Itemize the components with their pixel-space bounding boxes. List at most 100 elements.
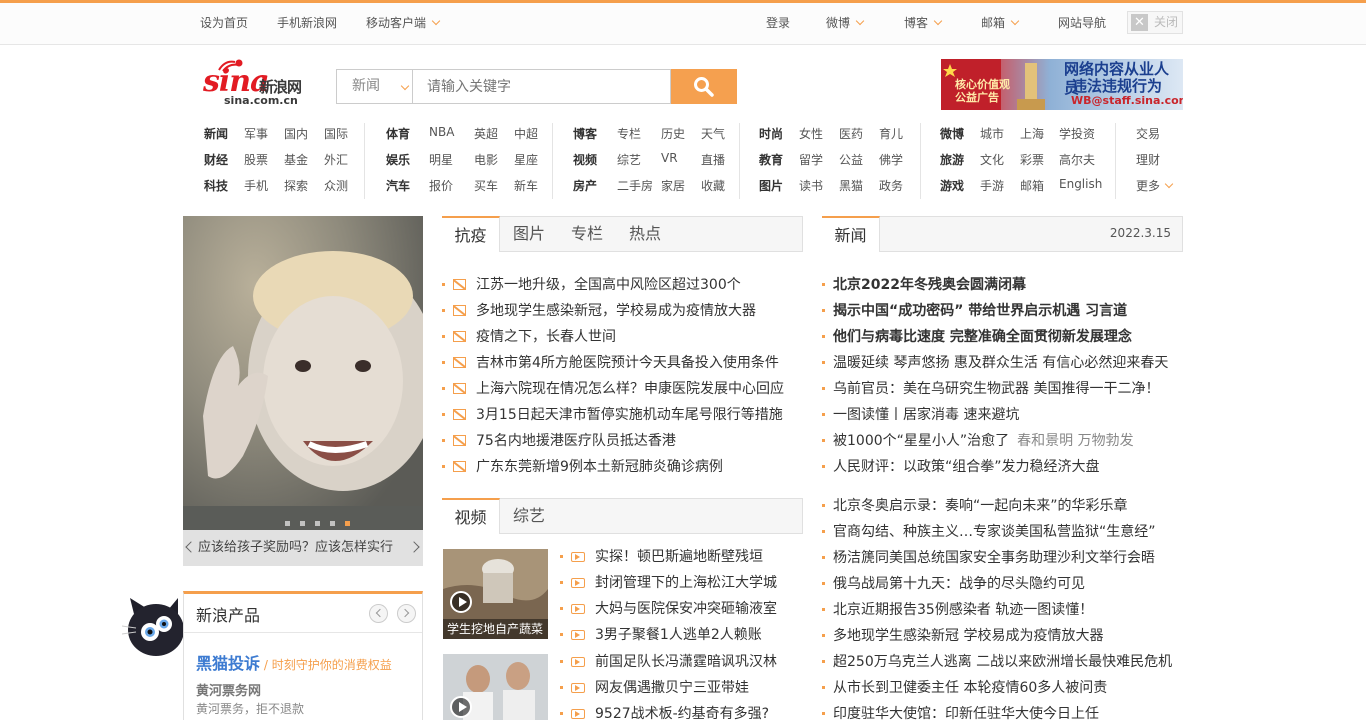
sina-logo[interactable]: sina 新浪网 sina.com.cn	[203, 58, 318, 110]
blog-menu[interactable]: 博客	[904, 14, 943, 31]
nav-link[interactable]: 体育	[386, 125, 410, 142]
nav-link[interactable]: 更多	[1136, 177, 1160, 194]
close-button[interactable]: ✕ 关闭	[1127, 11, 1183, 34]
set-homepage-link[interactable]: 设为首页	[200, 14, 248, 31]
nav-link[interactable]: VR	[661, 151, 678, 165]
nav-link[interactable]: 买车	[474, 177, 498, 194]
next-arrow-icon[interactable]	[408, 541, 420, 553]
prev-arrow-icon[interactable]	[185, 541, 197, 553]
nav-link[interactable]: 军事	[244, 125, 268, 142]
slide-dot[interactable]	[330, 521, 335, 526]
nav-link[interactable]: 财经	[204, 151, 228, 168]
video-thumbnail-2[interactable]	[443, 654, 548, 720]
nav-link[interactable]: 彩票	[1020, 151, 1044, 168]
slide-dot[interactable]	[300, 521, 305, 526]
ad-banner[interactable]: 核心价值观公益广告 网络内容从业人员 违法违规行为 WB@staff.sina.…	[941, 59, 1183, 110]
nav-link[interactable]: NBA	[429, 125, 454, 139]
nav-link[interactable]: 英超	[474, 125, 498, 142]
nav-link[interactable]: 公益	[839, 151, 863, 168]
nav-link[interactable]: 留学	[799, 151, 823, 168]
nav-link[interactable]: 明星	[429, 151, 453, 168]
nav-link[interactable]: 二手房	[617, 177, 653, 194]
nav-link[interactable]: 手机	[244, 177, 268, 194]
tab-video[interactable]: 视频	[442, 498, 500, 534]
product-huanghe-name[interactable]: 黄河票务网	[196, 680, 261, 699]
tab-epidemic[interactable]: 抗疫	[442, 216, 500, 252]
nav-link[interactable]: 股票	[244, 151, 268, 168]
slide-dot-active[interactable]	[345, 521, 350, 526]
login-link[interactable]: 登录	[766, 14, 790, 31]
nav-link[interactable]: 电影	[474, 151, 498, 168]
nav-link[interactable]: 综艺	[617, 151, 641, 168]
nav-link[interactable]: 时尚	[759, 125, 783, 142]
nav-link[interactable]: 图片	[759, 177, 783, 194]
nav-link[interactable]: 国内	[284, 125, 308, 142]
photo-slideshow[interactable]: 应该给孩子奖励吗？应该怎样实行	[183, 216, 423, 566]
nav-link[interactable]: 手游	[980, 177, 1004, 194]
mobile-client-menu[interactable]: 移动客户端	[366, 14, 441, 31]
nav-link[interactable]: 微博	[940, 125, 964, 142]
nav-link[interactable]: 理财	[1136, 151, 1160, 168]
search-input[interactable]	[412, 69, 671, 104]
nav-link[interactable]: 报价	[429, 177, 453, 194]
nav-link[interactable]: 高尔夫	[1059, 151, 1095, 168]
nav-link[interactable]: 国际	[324, 125, 348, 142]
nav-link[interactable]: 房产	[573, 177, 597, 194]
tab-columns[interactable]: 专栏	[558, 216, 616, 252]
nav-link[interactable]: 中超	[514, 125, 538, 142]
search-button[interactable]	[671, 69, 737, 104]
nav-link[interactable]: 医药	[839, 125, 863, 142]
nav-link[interactable]: 探索	[284, 177, 308, 194]
nav-link[interactable]: 收藏	[701, 177, 725, 194]
tab-hot[interactable]: 热点	[616, 216, 674, 252]
nav-link[interactable]: 历史	[661, 125, 685, 142]
nav-link[interactable]: 交易	[1136, 125, 1160, 142]
nav-link[interactable]: 城市	[980, 125, 1004, 142]
nav-link[interactable]: 基金	[284, 151, 308, 168]
nav-link[interactable]: 视频	[573, 151, 597, 168]
tab-pictures[interactable]: 图片	[500, 216, 558, 252]
nav-link[interactable]: 政务	[879, 177, 903, 194]
video-thumbnail[interactable]: 学生挖地自产蔬菜	[443, 549, 548, 639]
nav-link[interactable]: 育儿	[879, 125, 903, 142]
nav-link[interactable]: 星座	[514, 151, 538, 168]
slideshow-caption[interactable]: 应该给孩子奖励吗？应该怎样实行	[183, 530, 423, 566]
slide-dot[interactable]	[315, 521, 320, 526]
nav-link[interactable]: 教育	[759, 151, 783, 168]
product-heimao[interactable]: 黑猫投诉 / 时刻守护你的消费权益	[196, 650, 392, 674]
search-category-select[interactable]: 新闻	[336, 69, 412, 104]
products-next-button[interactable]	[397, 604, 416, 623]
nav-link[interactable]: 佛学	[879, 151, 903, 168]
nav-link[interactable]: 女性	[799, 125, 823, 142]
mail-menu[interactable]: 邮箱	[981, 14, 1020, 31]
nav-link[interactable]: 家居	[661, 177, 685, 194]
weibo-menu[interactable]: 微博	[826, 14, 865, 31]
nav-link[interactable]: 博客	[573, 125, 597, 142]
mobile-sina-link[interactable]: 手机新浪网	[277, 14, 337, 31]
nav-link[interactable]: 邮箱	[1020, 177, 1044, 194]
nav-link[interactable]: 上海	[1020, 125, 1044, 142]
nav-link[interactable]: 天气	[701, 125, 725, 142]
products-prev-button[interactable]	[369, 604, 388, 623]
chevron-left-icon	[375, 608, 385, 618]
tab-news[interactable]: 新闻	[822, 216, 880, 252]
slide-dot[interactable]	[285, 521, 290, 526]
nav-link[interactable]: 游戏	[940, 177, 964, 194]
nav-link[interactable]: 娱乐	[386, 151, 410, 168]
nav-link[interactable]: 新车	[514, 177, 538, 194]
nav-link[interactable]: 科技	[204, 177, 228, 194]
tab-variety[interactable]: 综艺	[500, 498, 558, 534]
nav-link[interactable]: 黑猫	[839, 177, 863, 194]
nav-link[interactable]: English	[1059, 177, 1102, 191]
nav-link[interactable]: 外汇	[324, 151, 348, 168]
nav-link[interactable]: 直播	[701, 151, 725, 168]
nav-link[interactable]: 学投资	[1059, 125, 1095, 142]
nav-link[interactable]: 旅游	[940, 151, 964, 168]
nav-link[interactable]: 文化	[980, 151, 1004, 168]
nav-link[interactable]: 专栏	[617, 125, 641, 142]
nav-link[interactable]: 众测	[324, 177, 348, 194]
nav-link[interactable]: 新闻	[204, 125, 228, 142]
site-nav-link[interactable]: 网站导航	[1058, 14, 1106, 31]
nav-link[interactable]: 汽车	[386, 177, 410, 194]
nav-link[interactable]: 读书	[799, 177, 823, 194]
